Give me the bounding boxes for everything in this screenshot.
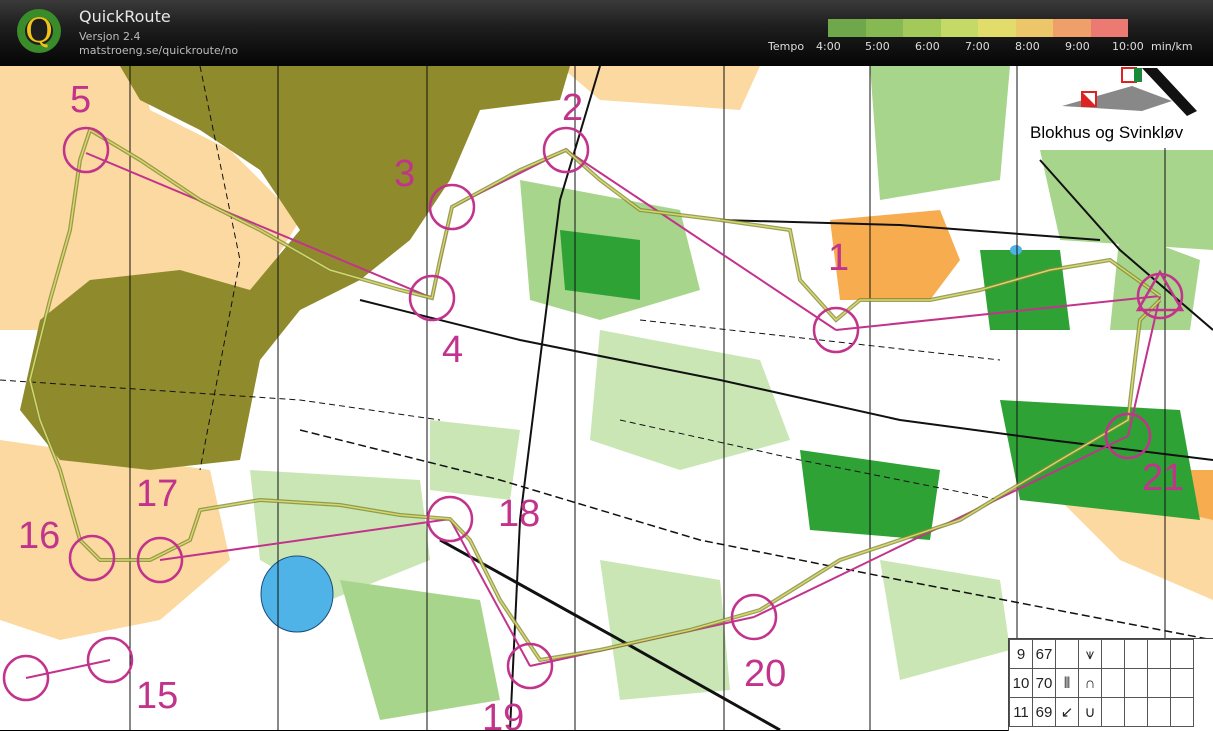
tempo-tick: 10:00 xyxy=(1112,40,1144,53)
map-title: Blokhus og Svinkløv xyxy=(1030,123,1184,142)
thicket-icon: ⩛ xyxy=(1078,639,1102,669)
tempo-color-swatch xyxy=(828,19,866,37)
control-number-18: 18 xyxy=(498,493,540,535)
legend-code: 11 xyxy=(1009,697,1033,727)
legend-row: 10 70 ⫴ ∩ xyxy=(1009,668,1194,698)
bend-icon: ∪ xyxy=(1078,697,1102,727)
app-header: Q QuickRoute Versjon 2.4 matstroeng.se/q… xyxy=(0,0,1213,66)
knoll-icon: ∩ xyxy=(1078,668,1102,698)
between-icon: ⫴ xyxy=(1055,668,1079,698)
legend-code: 10 xyxy=(1009,668,1033,698)
tempo-color-swatch xyxy=(865,19,903,37)
quickroute-logo-icon: Q xyxy=(17,9,61,53)
tempo-color-swatch xyxy=(940,19,978,37)
control-number-4: 4 xyxy=(442,329,463,371)
direction-arrow-icon: ↙ xyxy=(1055,697,1079,727)
legend-num: 67 xyxy=(1032,639,1056,669)
tempo-color-swatch xyxy=(1015,19,1053,37)
tempo-tick: 9:00 xyxy=(1065,40,1090,53)
tempo-tick: 6:00 xyxy=(915,40,940,53)
map-canvas[interactable]: 1 2 3 4 5 15 16 17 18 19 20 21 xyxy=(0,66,1213,730)
legend-row: 11 69 ↙ ∪ xyxy=(1009,697,1194,727)
tempo-color-scale xyxy=(828,19,1128,37)
tempo-tick: 8:00 xyxy=(1015,40,1040,53)
app-title: QuickRoute xyxy=(79,7,171,26)
control-number-3: 3 xyxy=(394,153,415,195)
tempo-color-swatch xyxy=(1090,19,1128,37)
legend-code: 9 xyxy=(1009,639,1033,669)
club-logo-icon xyxy=(1062,67,1197,116)
tempo-color-swatch xyxy=(978,19,1016,37)
control-number-1: 1 xyxy=(828,237,849,279)
control-number-19: 19 xyxy=(482,697,524,730)
tempo-color-swatch xyxy=(903,19,941,37)
control-number-5: 5 xyxy=(70,79,91,121)
control-number-16: 16 xyxy=(18,515,60,557)
control-number-15: 15 xyxy=(136,675,178,717)
app-url[interactable]: matstroeng.se/quickroute/no xyxy=(79,44,238,57)
tempo-unit: min/km xyxy=(1151,40,1193,53)
control-number-21: 21 xyxy=(1142,457,1184,499)
app-version: Versjon 2.4 xyxy=(79,30,141,43)
tempo-color-swatch xyxy=(1053,19,1091,37)
svg-text:Q: Q xyxy=(25,11,53,51)
tempo-tick: 5:00 xyxy=(865,40,890,53)
tempo-label: Tempo xyxy=(768,40,805,53)
orienteering-map[interactable]: 1 2 3 4 5 15 16 17 18 19 20 21 xyxy=(0,66,1213,730)
legend-num: 69 xyxy=(1032,697,1056,727)
control-number-17: 17 xyxy=(136,473,178,515)
control-number-20: 20 xyxy=(744,653,786,695)
legend-row: 9 67 ⩛ xyxy=(1009,639,1194,669)
legend-num: 70 xyxy=(1032,668,1056,698)
control-number-2: 2 xyxy=(562,87,583,129)
tempo-tick: 7:00 xyxy=(965,40,990,53)
control-description-legend: 9 67 ⩛ 10 70 ⫴ ∩ 11 69 ↙ ∪ xyxy=(1008,638,1213,731)
tempo-tick: 4:00 xyxy=(816,40,841,53)
